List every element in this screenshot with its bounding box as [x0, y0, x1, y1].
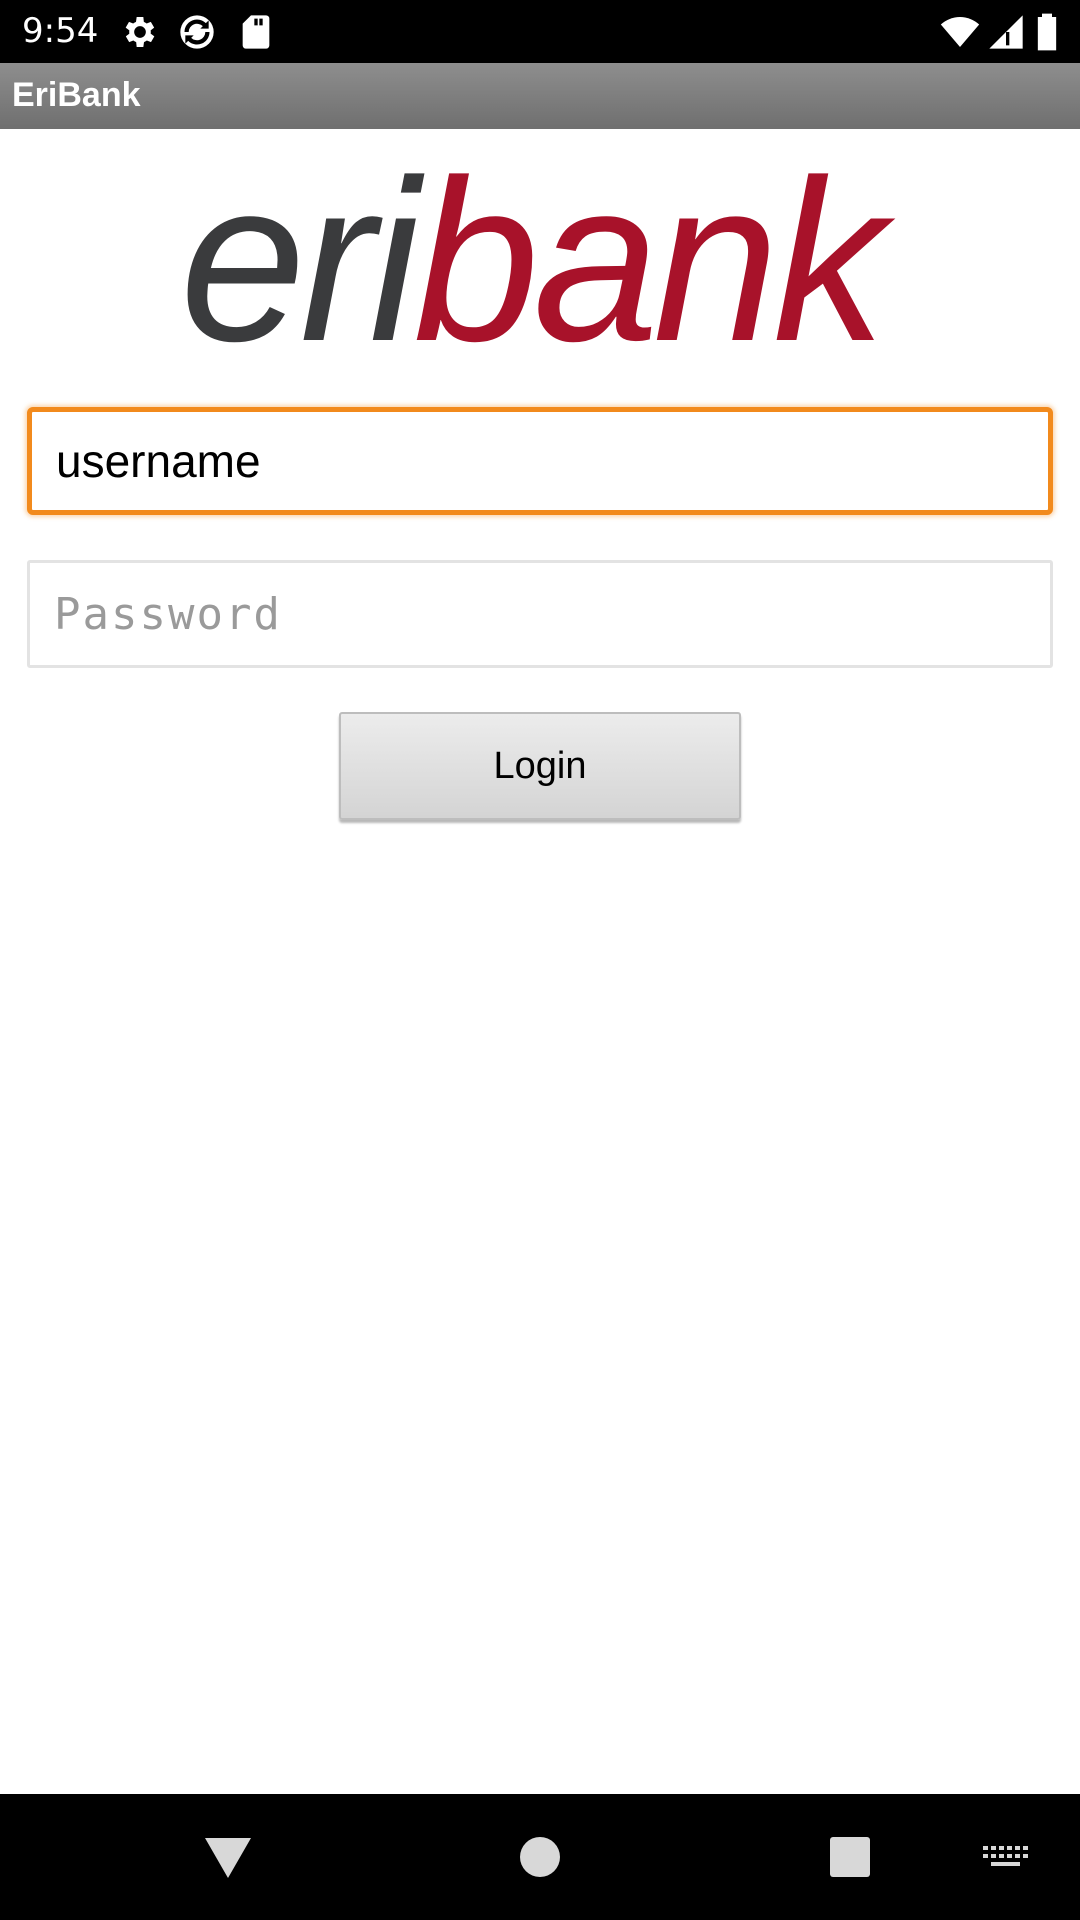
password-input[interactable] — [54, 563, 1014, 665]
password-field[interactable] — [27, 560, 1053, 668]
logo-text-bank: bank — [413, 150, 895, 370]
username-field[interactable] — [27, 407, 1053, 515]
wifi-icon — [940, 12, 980, 52]
recents-icon[interactable] — [817, 1824, 883, 1890]
eribank-logo: eribank — [140, 150, 940, 370]
back-icon[interactable] — [195, 1824, 261, 1890]
sync-icon — [177, 12, 217, 52]
app-title: EriBank — [12, 76, 141, 114]
status-time: 9:54 — [22, 11, 99, 51]
app-bar: EriBank — [0, 63, 1080, 129]
login-button[interactable]: Login — [339, 712, 741, 820]
sd-card-icon — [236, 12, 276, 52]
battery-icon — [1030, 12, 1064, 52]
cell-signal-icon — [986, 12, 1026, 52]
keyboard-icon[interactable] — [975, 1824, 1035, 1890]
username-input[interactable] — [56, 412, 1016, 510]
svg-text:eribank: eribank — [180, 150, 896, 370]
gear-icon — [120, 12, 160, 52]
status-bar: 9:54 — [0, 0, 1080, 63]
logo-text-eri: eri — [180, 150, 425, 370]
home-icon[interactable] — [507, 1824, 573, 1890]
navigation-bar — [0, 1794, 1080, 1920]
